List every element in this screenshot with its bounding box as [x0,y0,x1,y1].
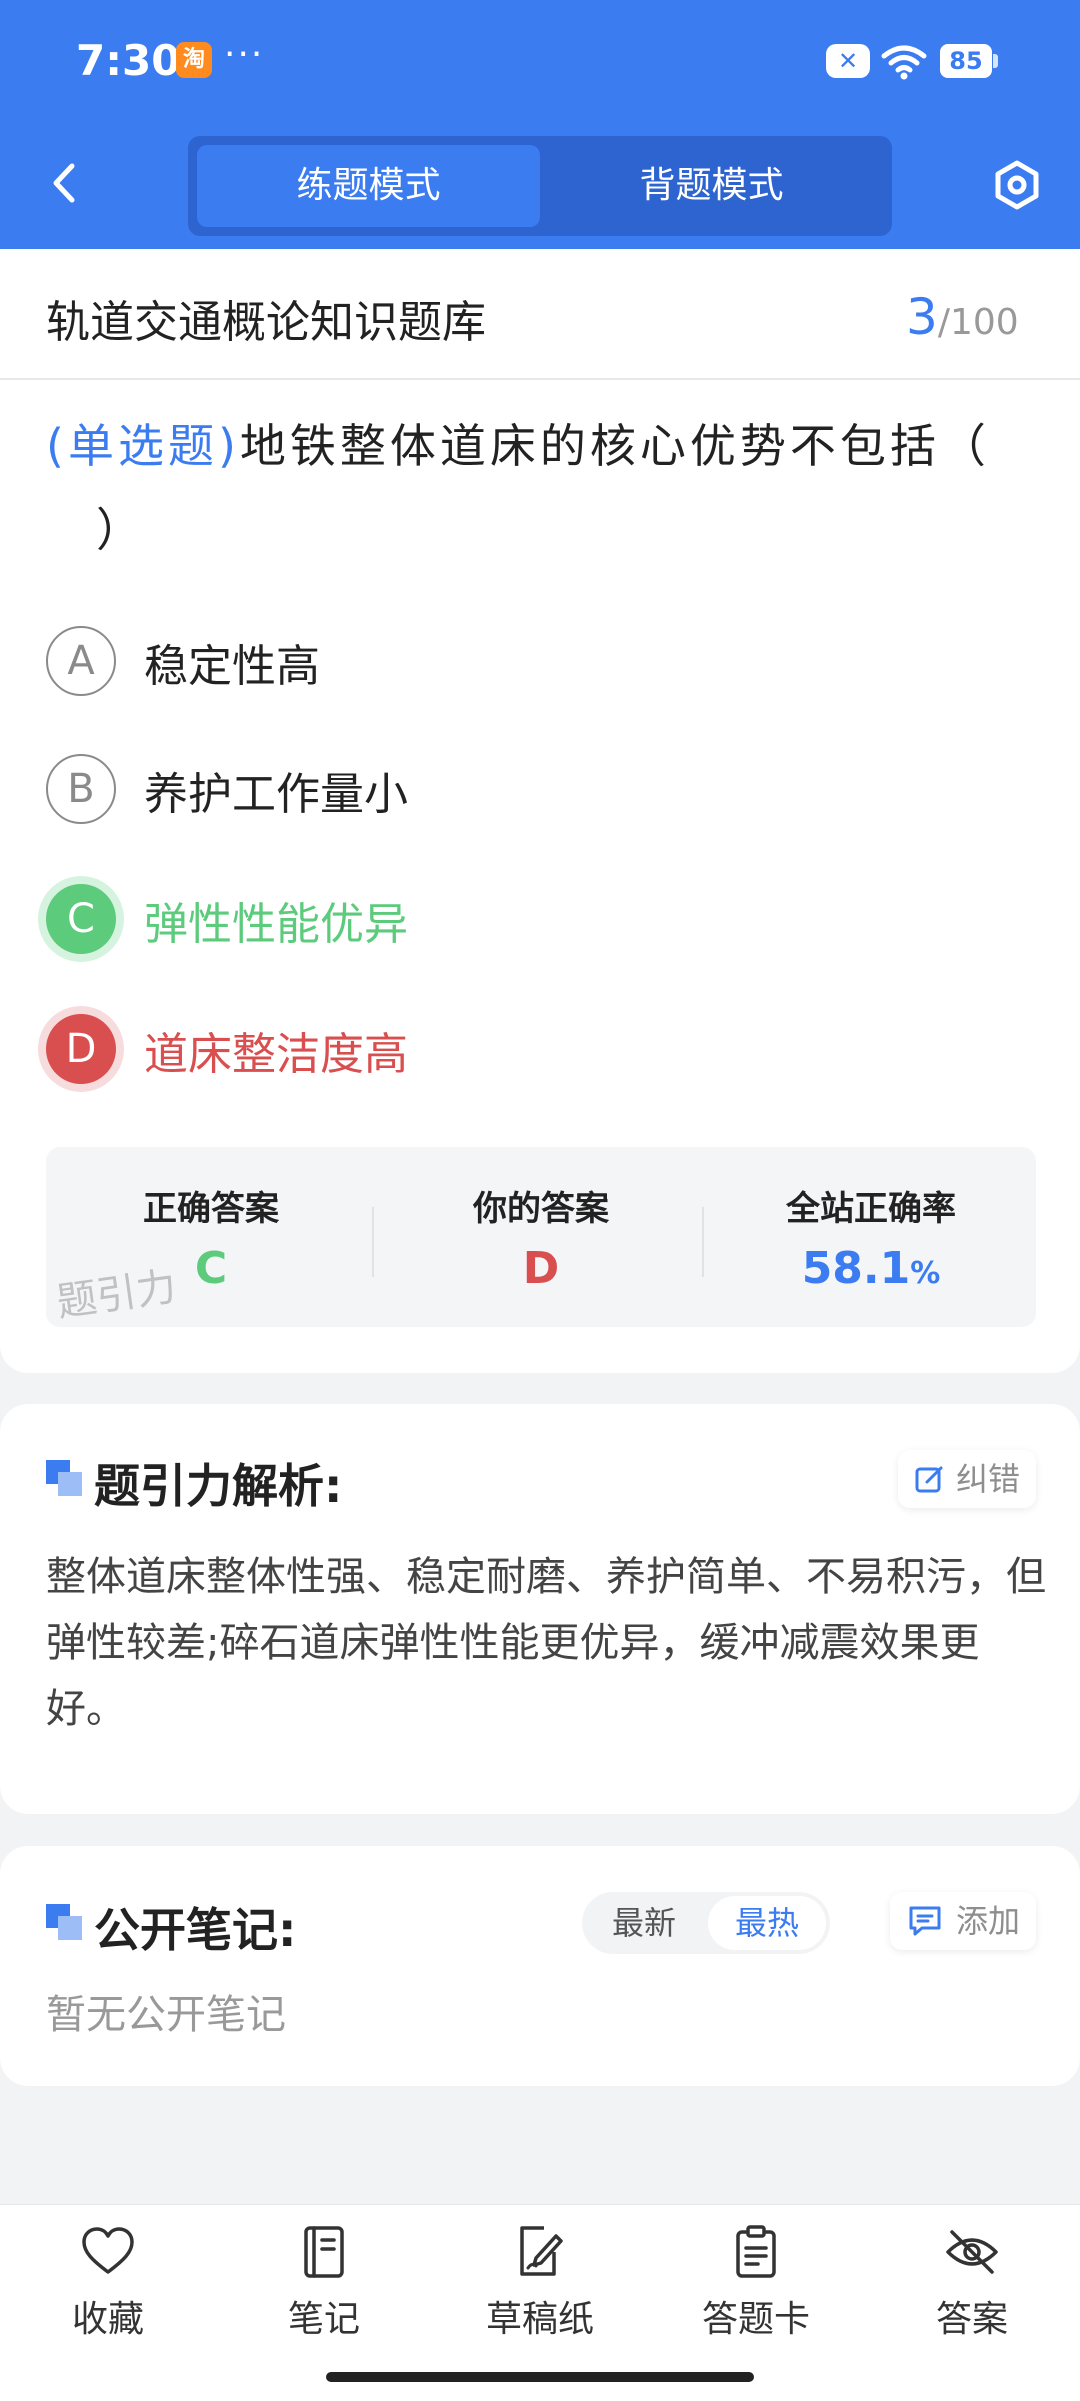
tab-answer[interactable]: 答案 [882,2222,1062,2352]
divider [0,378,1080,380]
tab-label: 收藏 [71,2299,144,2340]
site-accuracy-label: 全站正确率 [786,1189,956,1229]
heart-icon [82,2227,134,2274]
sort-newest[interactable]: 最新 [582,1892,706,1954]
option-d[interactable]: D 道床整洁度高 [46,1014,1026,1102]
option-text: 弹性性能优异 [144,899,408,950]
total-questions: /100 [937,302,1019,343]
summary-divider [372,1207,374,1277]
tab-memorize-mode[interactable]: 背题模式 [540,145,883,227]
more-notifications-icon: ··· [224,34,265,75]
current-question-number: 3 [906,288,938,346]
option-text: 稳定性高 [144,641,320,692]
option-text: 养护工作量小 [144,769,408,820]
option-a[interactable]: A 稳定性高 [46,626,1026,714]
your-answer-label: 你的答案 [473,1189,609,1229]
sort-hottest[interactable]: 最热 [708,1896,826,1950]
your-answer-value: D [522,1243,560,1294]
analysis-title: 题引力解析: [94,1459,343,1513]
no-sim-icon: ✕ [826,44,870,78]
tab-favorite[interactable]: 收藏 [18,2222,198,2352]
option-text: 道床整洁度高 [144,1029,408,1080]
tab-label: 笔记 [287,2299,360,2340]
add-note-button[interactable]: 添加 [890,1892,1036,1950]
tab-draft-paper[interactable]: 草稿纸 [450,2222,630,2352]
notebook-icon [304,2226,344,2278]
site-accuracy-value: 58.1% [706,1243,1036,1294]
report-error-label: 纠错 [956,1460,1021,1498]
edit-icon [915,1466,943,1493]
question-bank-title: 轨道交通概论知识题库 [46,297,486,348]
add-note-label: 添加 [956,1902,1021,1940]
option-c[interactable]: C 弹性性能优异 [46,884,1026,972]
section-square-icon [46,1460,82,1496]
your-answer-block: 你的答案 D [376,1147,706,1327]
site-accuracy-block: 全站正确率 58.1% [706,1147,1036,1327]
option-letter: D [46,1014,116,1084]
option-letter: B [46,754,116,824]
status-time: 7:30 [76,36,181,85]
tab-notes[interactable]: 笔记 [234,2222,414,2352]
section-square-icon [46,1904,82,1940]
battery-tip [993,54,998,68]
summary-divider [702,1207,704,1277]
question-type: (单选题) [46,419,240,473]
notes-card [0,1846,1080,2086]
site-accuracy-number: 58.1 [801,1243,911,1294]
notes-title: 公开笔记: [94,1903,297,1957]
eye-off-icon [946,2230,998,2274]
question-progress: 3/100 [906,288,1019,346]
answer-card-icon [736,2225,776,2278]
correct-answer-label: 正确答案 [143,1189,279,1229]
question-stem-end: ） [96,503,142,557]
question-text: (单选题)地铁整体道床的核心优势不包括（ [46,410,1046,476]
tab-practice-mode[interactable]: 练题模式 [197,145,540,227]
question-stem: 地铁整体道床的核心优势不包括（ [239,419,990,473]
report-error-button[interactable]: 纠错 [898,1450,1036,1508]
settings-icon[interactable] [990,158,1044,212]
site-accuracy-unit: % [910,1256,941,1291]
taobao-notification-icon: 淘 [176,42,212,78]
comment-icon [909,1906,941,1936]
home-indicator [326,2372,754,2382]
tab-label: 答题卡 [701,2299,810,2340]
tab-answer-card[interactable]: 答题卡 [666,2222,846,2352]
tab-label: 草稿纸 [485,2299,594,2340]
empty-notes-text: 暂无公开笔记 [46,1992,286,2038]
answer-summary: 正确答案 C 你的答案 D 全站正确率 58.1% [46,1147,1036,1327]
option-b[interactable]: B 养护工作量小 [46,754,1026,842]
analysis-text: 整体道床整体性强、稳定耐磨、养护简单、不易积污，但弹性较差;碎石道床弹性性能更优… [46,1554,1046,1732]
back-arrow-icon[interactable] [40,158,90,208]
option-letter: C [46,884,116,954]
tab-label: 答案 [935,2299,1008,2340]
battery-indicator: 85 [940,44,992,78]
wifi-icon [881,45,927,80]
draft-paper-icon [520,2226,563,2276]
option-letter: A [46,626,116,696]
